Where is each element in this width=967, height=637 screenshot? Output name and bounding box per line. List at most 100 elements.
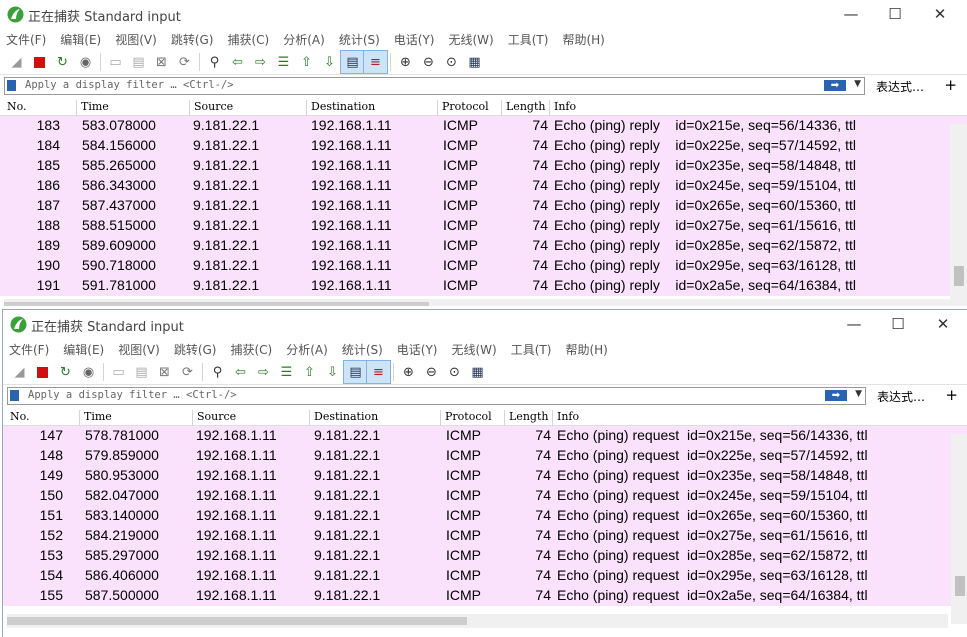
scrollbar-thumb[interactable]	[954, 266, 964, 286]
colorize-icon[interactable]: ≡	[363, 50, 388, 74]
menu-capture[interactable]: 捕获(C)	[230, 341, 272, 358]
zoom-normal-icon[interactable]: ⊙	[443, 361, 466, 383]
stop-icon[interactable]	[28, 51, 51, 73]
packet-row[interactable]: 186 586.343000 9.181.22.1 192.168.1.11 ICMP 7…	[0, 176, 967, 196]
scrollbar-thumb[interactable]	[7, 617, 467, 625]
maximize-button[interactable]: ☐	[880, 3, 910, 25]
menu-go[interactable]: 跳转(G)	[171, 31, 214, 48]
col-no-header[interactable]: No.	[10, 410, 30, 423]
bookmark-icon[interactable]	[7, 80, 16, 91]
menu-statistics[interactable]: 统计(S)	[342, 341, 383, 358]
scrollbar-thumb[interactable]	[4, 302, 429, 306]
restart-icon[interactable]: ↻	[51, 51, 74, 73]
go-forward-icon[interactable]: ⇨	[252, 361, 275, 383]
menu-file[interactable]: 文件(F)	[6, 31, 46, 48]
menu-help[interactable]: 帮助(H)	[565, 341, 607, 358]
vertical-scrollbar[interactable]	[950, 124, 967, 306]
menu-edit[interactable]: 编辑(E)	[63, 341, 104, 358]
find-icon[interactable]: ⚲	[206, 361, 229, 383]
col-source-header[interactable]: Source	[194, 100, 233, 113]
zoom-in-icon[interactable]: ⊕	[397, 361, 420, 383]
menu-go[interactable]: 跳转(G)	[174, 341, 217, 358]
col-destination-header[interactable]: Destination	[314, 410, 378, 423]
menu-capture[interactable]: 捕获(C)	[227, 31, 269, 48]
display-filter-input[interactable]: Apply a display filter … <Ctrl-/> ➡ ▼	[7, 387, 866, 405]
packet-row[interactable]: 149 580.953000 192.168.1.11 9.181.22.1 ICMP 7…	[3, 466, 967, 486]
menu-tools[interactable]: 工具(T)	[511, 341, 552, 358]
maximize-button[interactable]: ☐	[883, 313, 913, 335]
packet-row[interactable]: 189 589.609000 9.181.22.1 192.168.1.11 ICMP 7…	[0, 236, 967, 256]
menu-tools[interactable]: 工具(T)	[508, 31, 549, 48]
minimize-button[interactable]: —	[836, 3, 866, 25]
go-first-icon[interactable]: ⇧	[295, 51, 318, 73]
chevron-down-icon[interactable]: ▼	[855, 389, 862, 399]
packet-row[interactable]: 151 583.140000 192.168.1.11 9.181.22.1 ICMP 7…	[3, 506, 967, 526]
packet-row[interactable]: 187 587.437000 9.181.22.1 192.168.1.11 ICMP 7…	[0, 196, 967, 216]
autoscroll-icon[interactable]: ▤	[343, 360, 368, 384]
menu-view[interactable]: 视图(V)	[118, 341, 160, 358]
options-icon[interactable]: ◉	[74, 51, 97, 73]
packet-row[interactable]: 153 585.297000 192.168.1.11 9.181.22.1 ICMP 7…	[3, 546, 967, 566]
col-length-header[interactable]: Length	[509, 410, 548, 423]
vertical-scrollbar[interactable]	[951, 434, 967, 624]
chevron-down-icon[interactable]: ▼	[854, 79, 861, 89]
close-button[interactable]: ✕	[925, 3, 955, 25]
col-protocol-header[interactable]: Protocol	[445, 410, 492, 423]
packet-row[interactable]: 155 587.500000 192.168.1.11 9.181.22.1 ICMP 7…	[3, 586, 967, 606]
zoom-in-icon[interactable]: ⊕	[394, 51, 417, 73]
go-last-icon[interactable]: ⇩	[318, 51, 341, 73]
bookmark-icon[interactable]	[10, 390, 19, 401]
packet-row[interactable]: 184 584.156000 9.181.22.1 192.168.1.11 ICMP 7…	[0, 136, 967, 156]
zoom-normal-icon[interactable]: ⊙	[440, 51, 463, 73]
packet-row[interactable]: 188 588.515000 9.181.22.1 192.168.1.11 ICMP 7…	[0, 216, 967, 236]
add-filter-button[interactable]: +	[944, 76, 957, 94]
close-file-icon[interactable]: ⊠	[153, 361, 176, 383]
menu-wireless[interactable]: 无线(W)	[452, 341, 497, 358]
shark-fin-start-icon[interactable]: ◢	[5, 51, 28, 73]
zoom-out-icon[interactable]: ⊖	[417, 51, 440, 73]
find-icon[interactable]: ⚲	[203, 51, 226, 73]
go-forward-icon[interactable]: ⇨	[249, 51, 272, 73]
col-length-header[interactable]: Length	[506, 100, 545, 113]
apply-filter-button[interactable]: ➡	[825, 390, 847, 401]
apply-filter-button[interactable]: ➡	[824, 80, 846, 91]
packet-row[interactable]: 183 583.078000 9.181.22.1 192.168.1.11 ICMP 7…	[0, 116, 967, 136]
packet-row[interactable]: 152 584.219000 192.168.1.11 9.181.22.1 ICMP 7…	[3, 526, 967, 546]
go-to-packet-icon[interactable]: ☰	[272, 51, 295, 73]
close-button[interactable]: ✕	[928, 313, 958, 335]
menu-telephony[interactable]: 电话(Y)	[394, 31, 435, 48]
close-file-icon[interactable]: ⊠	[150, 51, 173, 73]
col-time-header[interactable]: Time	[84, 410, 112, 423]
reload-icon[interactable]: ⟳	[176, 361, 199, 383]
open-icon[interactable]: ▭	[104, 51, 127, 73]
scrollbar-thumb[interactable]	[955, 576, 965, 596]
menu-statistics[interactable]: 统计(S)	[339, 31, 380, 48]
packet-row[interactable]: 191 591.781000 9.181.22.1 192.168.1.11 ICMP 7…	[0, 276, 967, 296]
packet-row[interactable]: 185 585.265000 9.181.22.1 192.168.1.11 ICMP 7…	[0, 156, 967, 176]
resize-columns-icon[interactable]: ▦	[466, 361, 489, 383]
horizontal-scrollbar[interactable]	[7, 614, 948, 628]
save-icon[interactable]: ▤	[127, 51, 150, 73]
packet-row[interactable]: 190 590.718000 9.181.22.1 192.168.1.11 ICMP 7…	[0, 256, 967, 276]
shark-fin-start-icon[interactable]: ◢	[8, 361, 31, 383]
packet-row[interactable]: 148 579.859000 192.168.1.11 9.181.22.1 ICMP 7…	[3, 446, 967, 466]
expression-button[interactable]: 表达式…	[877, 388, 925, 405]
horizontal-scrollbar[interactable]	[4, 299, 950, 306]
menu-file[interactable]: 文件(F)	[9, 341, 49, 358]
colorize-icon[interactable]: ≡	[366, 360, 391, 384]
menu-help[interactable]: 帮助(H)	[562, 31, 604, 48]
col-destination-header[interactable]: Destination	[311, 100, 375, 113]
go-first-icon[interactable]: ⇧	[298, 361, 321, 383]
menu-analyze[interactable]: 分析(A)	[283, 31, 325, 48]
save-icon[interactable]: ▤	[130, 361, 153, 383]
menu-view[interactable]: 视图(V)	[115, 31, 157, 48]
options-icon[interactable]: ◉	[77, 361, 100, 383]
zoom-out-icon[interactable]: ⊖	[420, 361, 443, 383]
menu-wireless[interactable]: 无线(W)	[449, 31, 494, 48]
stop-icon[interactable]	[31, 361, 54, 383]
menu-analyze[interactable]: 分析(A)	[286, 341, 328, 358]
col-protocol-header[interactable]: Protocol	[442, 100, 489, 113]
menu-telephony[interactable]: 电话(Y)	[397, 341, 438, 358]
col-source-header[interactable]: Source	[197, 410, 236, 423]
reload-icon[interactable]: ⟳	[173, 51, 196, 73]
